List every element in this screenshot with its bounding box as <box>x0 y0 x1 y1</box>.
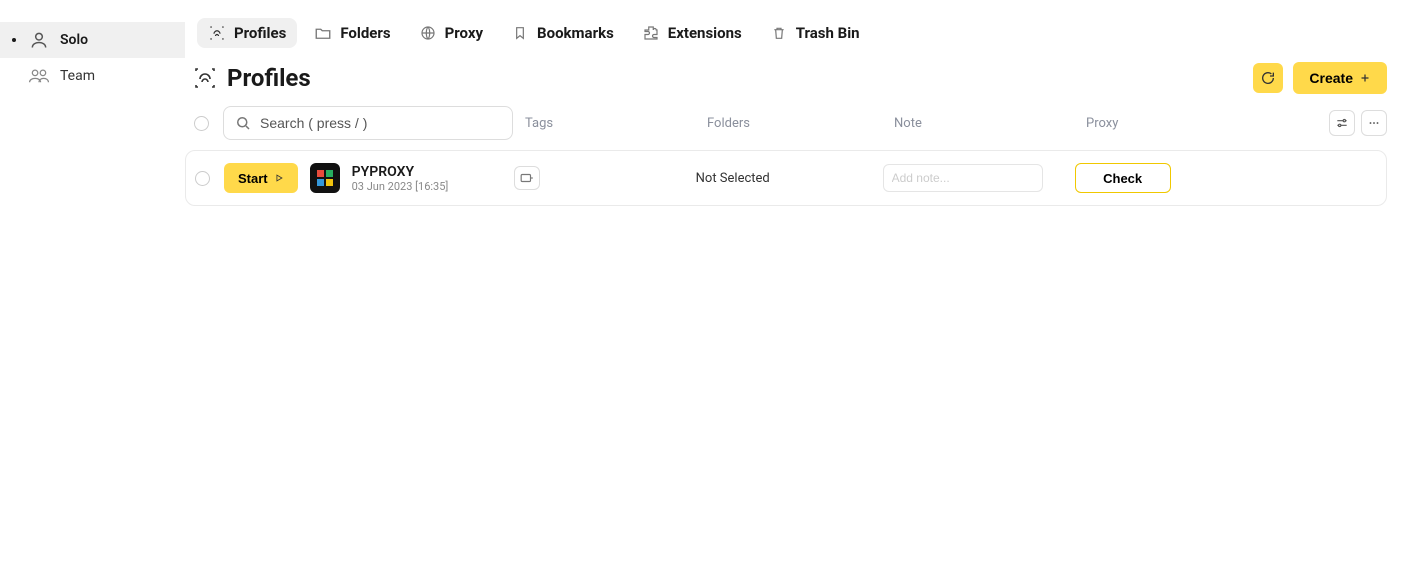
search-icon <box>234 114 252 132</box>
page-header: Profiles Create <box>185 56 1387 106</box>
tab-label: Trash Bin <box>796 24 860 42</box>
tab-label: Bookmarks <box>537 24 614 42</box>
sidebar-item-solo[interactable]: Solo <box>0 22 185 58</box>
check-proxy-button[interactable]: Check <box>1075 163 1171 193</box>
profile-folder[interactable]: Not Selected <box>696 171 871 186</box>
sidebar: Solo Team <box>0 0 185 561</box>
search-field[interactable] <box>223 106 513 140</box>
tab-profiles[interactable]: Profiles <box>197 18 297 48</box>
tab-label: Profiles <box>234 24 286 42</box>
tag-add-button[interactable] <box>514 166 540 190</box>
create-label: Create <box>1309 70 1353 86</box>
tab-label: Extensions <box>668 24 742 42</box>
person-icon <box>28 29 50 51</box>
tab-label: Proxy <box>445 24 483 42</box>
sidebar-item-label: Solo <box>60 32 88 48</box>
tab-trash[interactable]: Trash Bin <box>759 18 871 48</box>
people-icon <box>28 65 50 87</box>
more-options-button[interactable] <box>1361 110 1387 136</box>
bookmark-icon <box>511 24 529 42</box>
trash-icon <box>770 24 788 42</box>
profile-date: 03 Jun 2023 [16:35] <box>352 180 502 193</box>
puzzle-icon <box>642 24 660 42</box>
sidebar-item-team[interactable]: Team <box>0 58 185 94</box>
page-title: Profiles <box>227 64 311 92</box>
start-button[interactable]: Start <box>224 163 298 193</box>
filter-settings-button[interactable] <box>1329 110 1355 136</box>
column-note: Note <box>894 116 1074 131</box>
tab-folders[interactable]: Folders <box>303 18 401 48</box>
refresh-button[interactable] <box>1253 63 1283 93</box>
topnav: Profiles Folders Proxy Bookmarks <box>185 0 1387 56</box>
select-all-checkbox[interactable] <box>194 116 209 131</box>
main: Profiles Folders Proxy Bookmarks <box>185 0 1415 561</box>
tab-proxy[interactable]: Proxy <box>408 18 494 48</box>
fingerprint-icon <box>193 66 217 90</box>
folder-icon <box>314 24 332 42</box>
fingerprint-icon <box>208 24 226 42</box>
column-proxy: Proxy <box>1086 116 1317 131</box>
create-button[interactable]: Create <box>1293 62 1387 94</box>
tab-bookmarks[interactable]: Bookmarks <box>500 18 625 48</box>
tab-label: Folders <box>340 24 390 42</box>
globe-icon <box>419 24 437 42</box>
profile-avatar-icon <box>310 163 340 193</box>
note-input[interactable] <box>883 164 1043 192</box>
row-checkbox[interactable] <box>195 171 210 186</box>
column-folders: Folders <box>707 116 882 131</box>
sidebar-item-label: Team <box>60 68 95 84</box>
profile-name: PYPROXY <box>352 164 502 180</box>
filter-row: Tags Folders Note Proxy <box>185 106 1387 150</box>
profile-row: Start PYPROXY 03 Jun 2023 [16:35] Not Se… <box>185 150 1387 206</box>
tab-extensions[interactable]: Extensions <box>631 18 753 48</box>
start-label: Start <box>238 171 268 186</box>
search-input[interactable] <box>260 115 502 131</box>
column-tags: Tags <box>525 116 695 131</box>
